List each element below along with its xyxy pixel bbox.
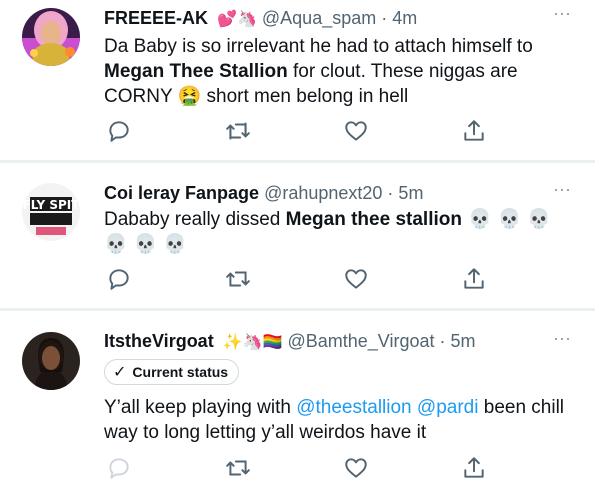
tweet-header: FREEEE-AK 💕🦄 @Aqua_spam · 4m bbox=[104, 7, 417, 30]
share-icon[interactable] bbox=[461, 118, 487, 144]
retweet-icon[interactable] bbox=[225, 266, 251, 292]
tweet-text: Y’all keep playing with @theestallion @p… bbox=[104, 397, 565, 443]
reply-icon[interactable] bbox=[106, 455, 132, 481]
share-icon[interactable] bbox=[461, 455, 487, 481]
like-icon[interactable] bbox=[343, 266, 369, 292]
avatar[interactable] bbox=[22, 8, 80, 66]
avatar[interactable]: FLY SPIT bbox=[22, 183, 80, 241]
avatar-logo-text: FLY SPIT bbox=[23, 198, 80, 212]
tweet-actions bbox=[0, 118, 595, 144]
like-icon[interactable] bbox=[343, 118, 369, 144]
reply-icon[interactable] bbox=[106, 118, 132, 144]
handle-time[interactable]: @Aqua_spam · 4m bbox=[262, 8, 417, 28]
check-icon: ✓ bbox=[113, 364, 127, 381]
display-name[interactable]: FREEEE-AK bbox=[104, 8, 208, 28]
retweet-icon[interactable] bbox=[225, 118, 251, 144]
more-icon[interactable]: ··· bbox=[553, 180, 571, 198]
share-icon[interactable] bbox=[461, 266, 487, 292]
more-icon[interactable]: ··· bbox=[553, 329, 571, 347]
tweet[interactable]: FLY SPIT Coi leray Fanpage @rahupnext20 … bbox=[0, 163, 595, 311]
tweet-actions bbox=[0, 455, 595, 481]
retweet-icon[interactable] bbox=[225, 455, 251, 481]
bold-text: Megan Thee Stallion bbox=[104, 61, 288, 82]
avatar[interactable] bbox=[22, 332, 80, 390]
tweet-header: Coi leray Fanpage @rahupnext20 · 5m bbox=[104, 182, 423, 204]
tweet-header: ItstheVirgoat ✨🦄🏳️‍🌈 @Bamthe_Virgoat · 5… bbox=[104, 330, 476, 353]
mention-link[interactable]: @pardi bbox=[417, 397, 479, 418]
handle-time[interactable]: @Bamthe_Virgoat · 5m bbox=[287, 331, 475, 351]
bold-text: Megan thee stallion bbox=[285, 209, 462, 230]
name-emojis: 💕🦄 bbox=[217, 9, 257, 28]
tweet-actions bbox=[0, 266, 595, 292]
display-name[interactable]: Coi leray Fanpage bbox=[104, 183, 259, 203]
more-icon[interactable]: ··· bbox=[553, 4, 571, 22]
tweet-text: Da Baby is so irrelevant he had to attac… bbox=[104, 36, 533, 107]
status-label: Current status bbox=[132, 364, 229, 380]
mention-link[interactable]: @theestallion bbox=[296, 397, 411, 418]
tweet-text: Dababy really dissed Megan thee stallion… bbox=[104, 208, 552, 255]
tweet[interactable]: ItstheVirgoat ✨🦄🏳️‍🌈 @Bamthe_Virgoat · 5… bbox=[0, 311, 595, 491]
tweet[interactable]: FREEEE-AK 💕🦄 @Aqua_spam · 4m ··· Da Baby… bbox=[0, 0, 595, 163]
name-emojis: ✨🦄🏳️‍🌈 bbox=[222, 332, 283, 351]
handle-time[interactable]: @rahupnext20 · 5m bbox=[264, 183, 423, 203]
display-name[interactable]: ItstheVirgoat bbox=[104, 331, 214, 351]
status-badge[interactable]: ✓ Current status bbox=[104, 359, 240, 385]
vomit-emoji: 🤮 bbox=[177, 85, 202, 107]
reply-icon[interactable] bbox=[106, 266, 132, 292]
like-icon[interactable] bbox=[343, 455, 369, 481]
